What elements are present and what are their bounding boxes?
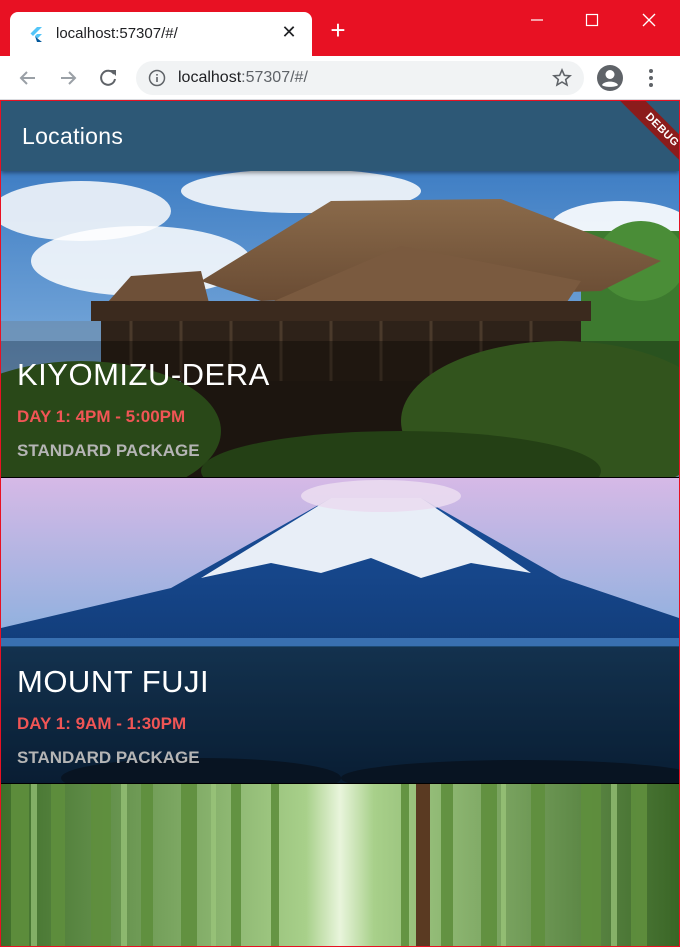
url-text[interactable]: localhost:57307/#/ <box>178 69 308 87</box>
browser-tab[interactable]: localhost:57307/#/ ✕ <box>10 12 312 56</box>
back-arrow-icon[interactable] <box>13 63 43 93</box>
bamboo-forest-photo <box>1 784 679 946</box>
location-package: STANDARD PACKAGE <box>17 748 200 767</box>
forward-arrow-icon[interactable] <box>53 63 83 93</box>
location-name: MOUNT FUJI <box>17 664 210 699</box>
url-host: localhost <box>178 69 242 86</box>
maximize-icon[interactable] <box>564 0 620 40</box>
location-card[interactable]: MOUNT FUJI DAY 1: 9AM - 1:30PM STANDARD … <box>1 478 679 783</box>
debug-label: DEBUG <box>616 101 679 176</box>
location-card[interactable] <box>1 784 679 946</box>
location-time: DAY 1: 4PM - 5:00PM <box>17 407 186 426</box>
address-bar[interactable]: localhost:57307/#/ <box>136 61 584 95</box>
location-package: STANDARD PACKAGE <box>17 441 200 460</box>
reload-icon[interactable] <box>93 63 123 93</box>
info-icon[interactable] <box>148 69 166 87</box>
browser-toolbar: localhost:57307/#/ <box>0 56 680 100</box>
app-bar: Locations <box>1 101 679 171</box>
app-viewport: Locations DEBUG KIYOMIZU-DERA DAY 1: 4PM… <box>1 101 679 946</box>
url-path: :57307/#/ <box>241 69 308 86</box>
new-tab-button[interactable]: + <box>326 17 350 43</box>
close-tab-icon[interactable]: ✕ <box>278 21 300 43</box>
bookmark-star-icon[interactable] <box>552 68 572 88</box>
debug-banner: DEBUG <box>599 101 679 181</box>
browser-titlebar: localhost:57307/#/ ✕ + <box>0 0 680 56</box>
flutter-icon <box>30 27 42 42</box>
minimize-icon[interactable] <box>508 0 564 40</box>
location-time: DAY 1: 9AM - 1:30PM <box>17 714 187 733</box>
profile-avatar-icon[interactable] <box>596 64 624 92</box>
location-card[interactable]: KIYOMIZU-DERA DAY 1: 4PM - 5:00PM STANDA… <box>1 171 679 477</box>
window-close-icon[interactable] <box>620 0 676 40</box>
page-title: Locations <box>22 123 124 149</box>
more-menu-icon[interactable] <box>640 66 662 90</box>
location-name: KIYOMIZU-DERA <box>17 357 270 392</box>
tab-title: localhost:57307/#/ <box>56 25 178 42</box>
